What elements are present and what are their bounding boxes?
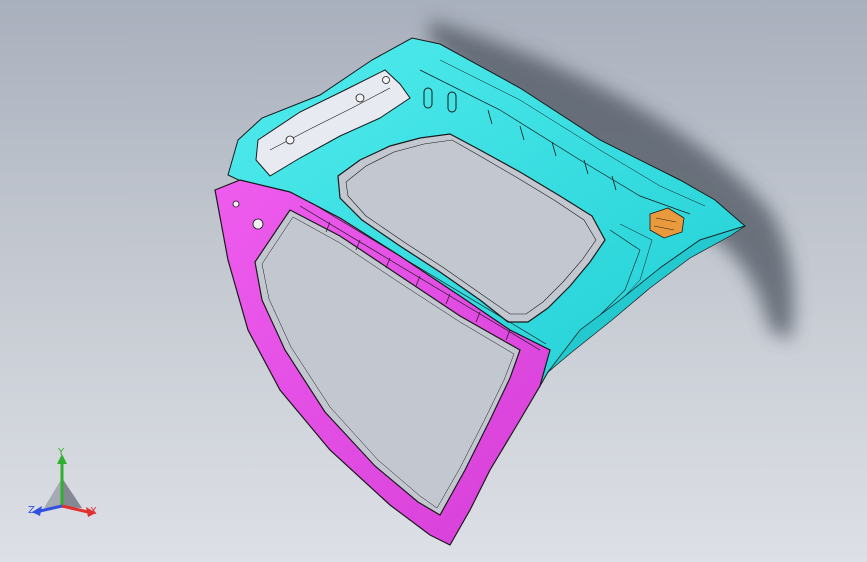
tailgate-3d-model[interactable] [0, 0, 867, 562]
triad-z-label: Z [28, 505, 35, 516]
triad-x-label: X [90, 506, 97, 517]
coordinate-triad: Y X Z [26, 448, 102, 520]
graphics-viewport[interactable]: Y X Z [0, 0, 867, 562]
triad-y-label: Y [58, 447, 65, 458]
